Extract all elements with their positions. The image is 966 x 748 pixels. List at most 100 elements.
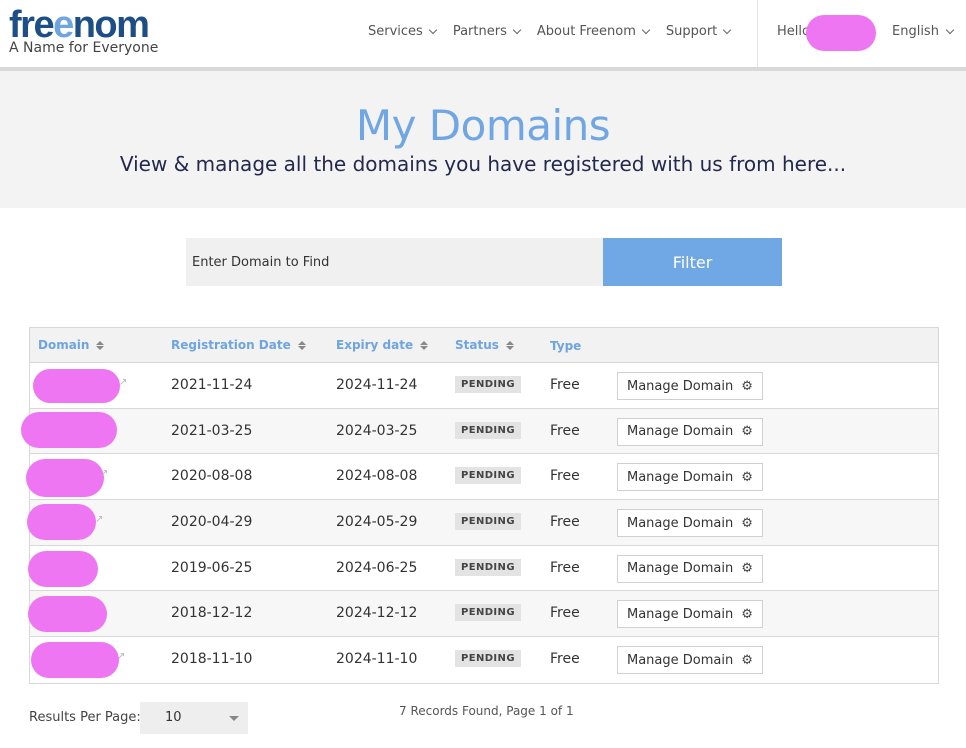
domain-type: Free: [550, 422, 580, 439]
column-expiry-date[interactable]: Expiry date: [336, 338, 429, 352]
nav-divider: [757, 0, 758, 67]
registration-date: 2020-04-29: [171, 514, 253, 531]
sort-icon: [297, 340, 306, 350]
greeting-text: Hello: [777, 24, 810, 39]
nav-about[interactable]: About Freenom: [536, 24, 651, 39]
registration-date: 2018-11-10: [171, 651, 253, 668]
chevron-down-icon: [723, 25, 732, 34]
gear-icon: ⚙: [741, 378, 753, 394]
sort-icon: [420, 340, 429, 350]
redacted-domain-name: [26, 459, 104, 498]
nav-support-label: Support: [665, 24, 718, 39]
table-row: ↗ 2020-04-29 2024-05-29 PENDING Free Man…: [27, 500, 938, 546]
column-type: Type: [550, 339, 581, 353]
nav-services[interactable]: Services: [368, 24, 438, 39]
main-nav: Services Partners About Freenom Support: [368, 24, 747, 39]
domain-type: Free: [550, 468, 580, 485]
manage-domain-button[interactable]: Manage Domain ⚙: [617, 372, 763, 400]
status-badge: PENDING: [455, 376, 521, 393]
user-greeting[interactable]: Hello: [777, 24, 810, 39]
registration-date: 2020-08-08: [171, 468, 253, 485]
redacted-domain-name: [28, 550, 98, 587]
page-title: My Domains: [355, 101, 611, 150]
external-link-icon[interactable]: ↗: [95, 514, 103, 525]
language-label: English: [892, 24, 939, 39]
registration-date: 2021-03-25: [171, 422, 253, 439]
table-row: 2018-12-12 2024-12-12 PENDING Free Manag…: [28, 591, 938, 638]
sort-icon: [96, 340, 105, 350]
external-link-icon[interactable]: ↗: [119, 377, 127, 388]
status-badge: PENDING: [455, 421, 521, 439]
manage-domain-label: Manage Domain: [627, 606, 734, 622]
manage-domain-button[interactable]: Manage Domain ⚙: [617, 417, 763, 446]
records-summary: 7 Records Found, Page 1 of 1: [399, 704, 574, 718]
column-expiry-label: Expiry date: [336, 338, 414, 352]
column-type-label: Type: [550, 339, 582, 353]
registration-date: 2018-12-12: [171, 605, 253, 622]
sort-icon: [505, 340, 514, 350]
results-per-page-value: 10: [165, 710, 182, 725]
logo-tagline: A Name for Everyone: [9, 40, 159, 56]
results-per-page-select[interactable]: 10: [140, 702, 248, 734]
expiry-date: 2024-05-29: [336, 514, 418, 531]
page-banner: My Domains View & manage all the domains…: [0, 71, 966, 208]
table-row: ↗ 2021-11-24 2024-11-24 PENDING Free Man…: [30, 363, 938, 409]
redacted-username: [806, 15, 876, 51]
status-badge: PENDING: [455, 467, 521, 485]
domain-search-input[interactable]: [186, 238, 603, 286]
nav-partners[interactable]: Partners: [452, 24, 522, 39]
nav-partners-label: Partners: [452, 24, 507, 39]
freenom-logo[interactable]: freenom A Name for Everyone: [9, 6, 158, 56]
gear-icon: ⚙: [741, 515, 753, 531]
filter-button[interactable]: Filter: [603, 238, 782, 286]
expiry-date: 2024-08-08: [336, 468, 418, 485]
column-status[interactable]: Status: [455, 338, 514, 352]
status-badge: PENDING: [455, 650, 521, 668]
chevron-down-icon: [428, 25, 438, 34]
domain-type: Free: [550, 377, 580, 393]
table-row: 2021-03-25 2024-03-25 PENDING Free Manag…: [21, 408, 938, 455]
manage-domain-label: Manage Domain: [627, 561, 734, 577]
manage-domain-button[interactable]: Manage Domain ⚙: [617, 646, 763, 675]
nav-support[interactable]: Support: [665, 24, 732, 39]
redacted-domain-name: [28, 596, 107, 633]
domain-type: Free: [550, 651, 580, 668]
table-row: ↗ 2020-08-08 2024-08-08 PENDING Free Man…: [26, 454, 938, 501]
registration-date: 2019-06-25: [171, 559, 253, 576]
status-badge: PENDING: [455, 558, 521, 576]
expiry-date: 2024-06-25: [336, 559, 418, 576]
nav-about-label: About Freenom: [536, 24, 636, 39]
table-header: Domain Registration Date Expiry date Sta…: [30, 328, 938, 363]
domains-table: Domain Registration Date Expiry date Sta…: [21, 327, 939, 684]
status-badge: PENDING: [455, 513, 521, 531]
manage-domain-label: Manage Domain: [627, 378, 734, 394]
external-link-icon[interactable]: ↗: [117, 651, 125, 662]
expiry-date: 2024-11-10: [336, 651, 418, 668]
manage-domain-button[interactable]: Manage Domain ⚙: [617, 463, 763, 492]
redacted-domain-name: [27, 504, 96, 541]
chevron-down-icon: [641, 25, 651, 34]
site-header: freenom A Name for Everyone Services Par…: [0, 0, 966, 67]
manage-domain-button[interactable]: Manage Domain ⚙: [617, 554, 763, 583]
manage-domain-button[interactable]: Manage Domain ⚙: [617, 600, 763, 629]
redacted-domain-name: [31, 642, 119, 679]
gear-icon: ⚙: [741, 606, 753, 622]
column-registration-date[interactable]: Registration Date: [171, 338, 306, 352]
status-badge: PENDING: [455, 604, 521, 622]
column-status-label: Status: [455, 338, 499, 352]
column-domain[interactable]: Domain: [38, 338, 105, 352]
manage-domain-button[interactable]: Manage Domain ⚙: [617, 509, 763, 538]
results-per-page-label: Results Per Page:: [29, 710, 141, 725]
expiry-date: 2024-03-25: [336, 422, 418, 439]
manage-domain-label: Manage Domain: [627, 652, 734, 668]
external-link-icon[interactable]: ↗: [100, 468, 108, 479]
registration-date: 2021-11-24: [171, 377, 253, 393]
gear-icon: ⚙: [741, 652, 753, 668]
redacted-domain-name: [33, 369, 120, 403]
expiry-date: 2024-11-24: [336, 377, 418, 393]
gear-icon: ⚙: [741, 469, 753, 485]
language-selector[interactable]: English: [892, 24, 955, 39]
table-row: ↗ 2018-11-10 2024-11-10 PENDING Free Man…: [30, 637, 938, 683]
page-subtitle: View & manage all the domains you have r…: [119, 152, 847, 176]
domain-type: Free: [550, 514, 580, 531]
